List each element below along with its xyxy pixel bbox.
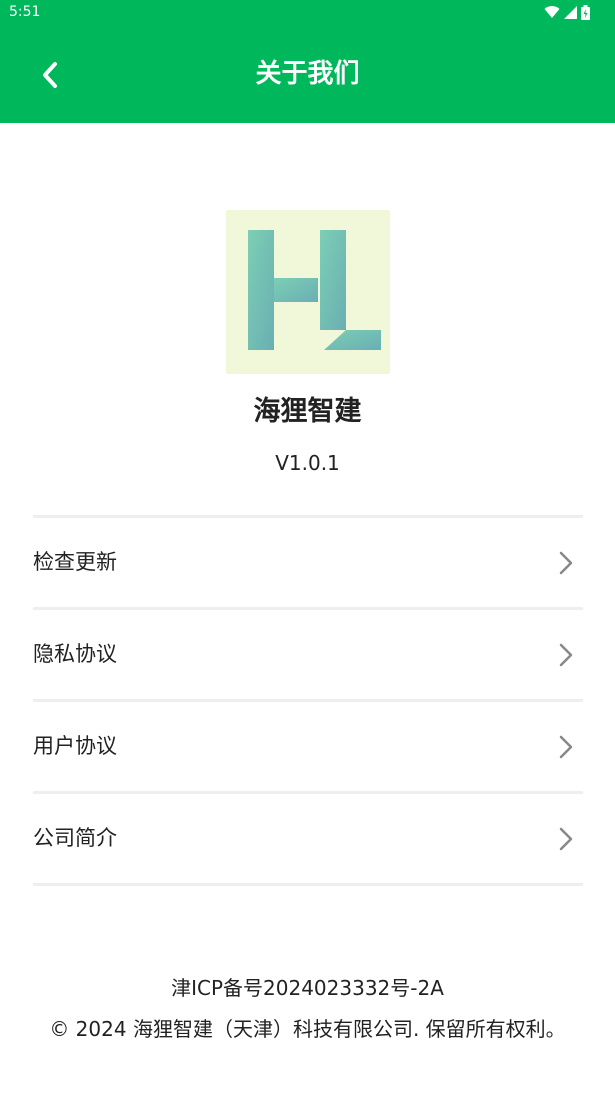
menu-item-user-agreement[interactable]: 用户协议	[33, 702, 583, 791]
status-bar: 5:51	[0, 0, 615, 26]
wifi-icon	[544, 6, 560, 19]
copyright-text: © 2024 海狸智建（天津）科技有限公司. 保留所有权利。	[49, 1017, 566, 1041]
app-version: V1.0.1	[275, 451, 340, 475]
menu-item-privacy-policy[interactable]: 隐私协议	[33, 610, 583, 699]
chevron-right-icon	[559, 827, 573, 851]
app-name: 海狸智建	[253, 396, 362, 427]
divider	[33, 883, 583, 886]
menu-item-label: 隐私协议	[33, 642, 117, 666]
icp-record-text: 津ICP备号2024023332号-2A	[171, 976, 444, 1000]
status-icons	[544, 4, 590, 20]
menu-item-label: 检查更新	[33, 550, 117, 574]
page-title: 关于我们	[255, 59, 360, 89]
menu-item-label: 用户协议	[33, 734, 117, 758]
app-header: 5:51 关于我们	[0, 0, 615, 123]
menu-item-label: 公司简介	[33, 826, 117, 850]
chevron-right-icon	[559, 643, 573, 667]
menu-item-company-profile[interactable]: 公司简介	[33, 794, 583, 883]
hl-logo-icon	[226, 210, 390, 374]
chevron-right-icon	[559, 551, 573, 575]
menu-item-check-update[interactable]: 检查更新	[33, 518, 583, 607]
app-logo	[226, 210, 390, 374]
signal-icon	[564, 5, 577, 19]
status-time: 5:51	[9, 4, 41, 20]
battery-icon	[581, 4, 590, 20]
chevron-right-icon	[559, 735, 573, 759]
menu-list: 检查更新 隐私协议 用户协议 公司简介	[33, 515, 583, 886]
